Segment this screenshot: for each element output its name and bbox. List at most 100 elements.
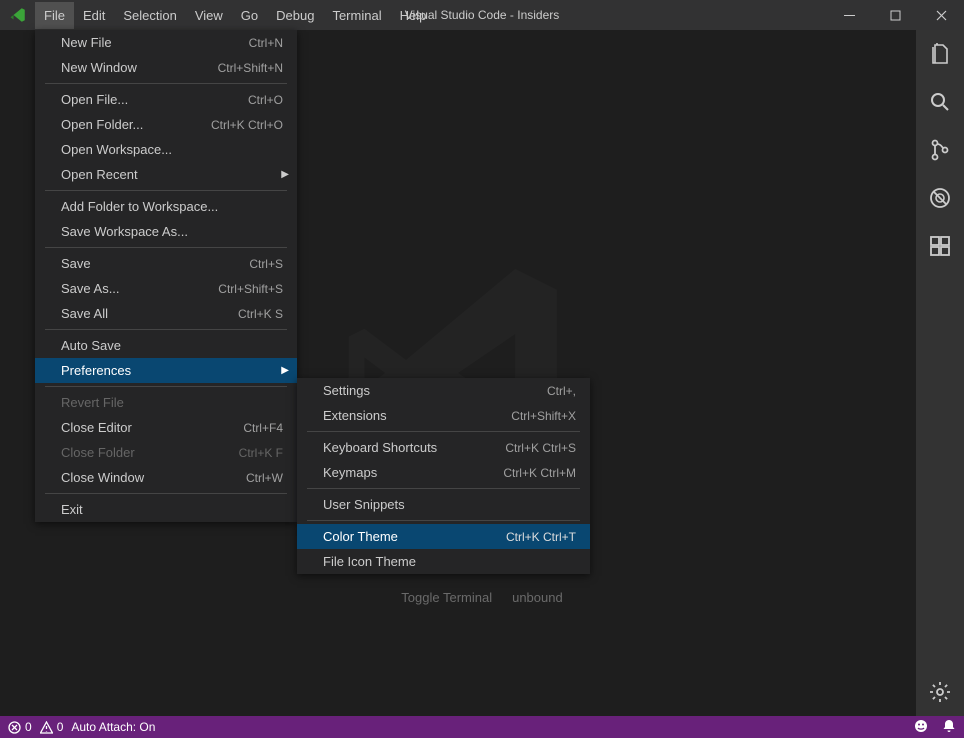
status-warnings[interactable]: 0 [40, 720, 64, 734]
menu-item-open-recent[interactable]: Open Recent▶ [35, 162, 297, 187]
menu-separator [307, 431, 580, 432]
activity-bar [916, 30, 964, 716]
menu-item-label: Close Window [61, 470, 246, 485]
menu-separator [45, 493, 287, 494]
menu-item-shortcut: Ctrl+K S [238, 307, 283, 321]
titlebar: FileEditSelectionViewGoDebugTerminalHelp… [0, 0, 964, 30]
menu-separator [307, 488, 580, 489]
menu-item-shortcut: Ctrl+K Ctrl+M [503, 466, 576, 480]
chevron-right-icon: ▶ [281, 365, 289, 376]
menu-item-close-folder: Close FolderCtrl+K F [35, 440, 297, 465]
menu-view[interactable]: View [186, 2, 232, 29]
menu-item-label: User Snippets [323, 497, 576, 512]
menu-item-auto-save[interactable]: Auto Save [35, 333, 297, 358]
menu-item-save-all[interactable]: Save AllCtrl+K S [35, 301, 297, 326]
maximize-button[interactable] [872, 0, 918, 30]
menu-separator [307, 520, 580, 521]
menu-item-label: Keymaps [323, 465, 503, 480]
menu-item-shortcut: Ctrl+N [249, 36, 283, 50]
menu-item-close-window[interactable]: Close WindowCtrl+W [35, 465, 297, 490]
source-control-icon[interactable] [928, 138, 952, 162]
menu-separator [45, 247, 287, 248]
menu-item-keyboard-shortcuts[interactable]: Keyboard ShortcutsCtrl+K Ctrl+S [297, 435, 590, 460]
menu-item-add-folder-to-workspace[interactable]: Add Folder to Workspace... [35, 194, 297, 219]
menu-item-open-file[interactable]: Open File...Ctrl+O [35, 87, 297, 112]
menu-item-label: Auto Save [61, 338, 283, 353]
minimize-button[interactable] [826, 0, 872, 30]
menu-separator [45, 329, 287, 330]
preferences-submenu: SettingsCtrl+,ExtensionsCtrl+Shift+XKeyb… [297, 378, 590, 574]
menu-item-save-as[interactable]: Save As...Ctrl+Shift+S [35, 276, 297, 301]
menu-item-label: New Window [61, 60, 218, 75]
status-errors[interactable]: 0 [8, 720, 32, 734]
menu-item-label: Save As... [61, 281, 218, 296]
debug-icon[interactable] [928, 186, 952, 210]
menu-item-new-window[interactable]: New WindowCtrl+Shift+N [35, 55, 297, 80]
menu-item-revert-file: Revert File [35, 390, 297, 415]
window-title: Visual Studio Code - Insiders [405, 8, 560, 22]
window-controls [826, 0, 964, 30]
bell-icon[interactable] [942, 719, 956, 736]
menu-edit[interactable]: Edit [74, 2, 114, 29]
menu-item-close-editor[interactable]: Close EditorCtrl+F4 [35, 415, 297, 440]
menu-item-extensions[interactable]: ExtensionsCtrl+Shift+X [297, 403, 590, 428]
menu-item-shortcut: Ctrl+K Ctrl+S [505, 441, 576, 455]
menu-item-label: Open Recent [61, 167, 283, 182]
gear-icon[interactable] [928, 680, 952, 704]
menu-item-shortcut: Ctrl+Shift+S [218, 282, 283, 296]
menu-item-label: Save [61, 256, 249, 271]
menu-item-open-folder[interactable]: Open Folder...Ctrl+K Ctrl+O [35, 112, 297, 137]
menu-file[interactable]: File [35, 2, 74, 29]
keyboard-hint: Toggle Terminal unbound [401, 590, 562, 605]
menu-separator [45, 83, 287, 84]
menu-debug[interactable]: Debug [267, 2, 323, 29]
menu-item-shortcut: Ctrl+O [248, 93, 283, 107]
menu-item-color-theme[interactable]: Color ThemeCtrl+K Ctrl+T [297, 524, 590, 549]
menu-item-label: Save Workspace As... [61, 224, 283, 239]
menu-item-user-snippets[interactable]: User Snippets [297, 492, 590, 517]
menu-item-exit[interactable]: Exit [35, 497, 297, 522]
menu-item-label: Open Folder... [61, 117, 211, 132]
close-button[interactable] [918, 0, 964, 30]
menu-item-label: Settings [323, 383, 547, 398]
app-logo-icon [0, 6, 35, 24]
status-bar: 0 0 Auto Attach: On [0, 716, 964, 738]
menu-item-preferences[interactable]: Preferences▶ [35, 358, 297, 383]
menu-item-label: Extensions [323, 408, 511, 423]
menu-item-file-icon-theme[interactable]: File Icon Theme [297, 549, 590, 574]
hint-value: unbound [512, 590, 563, 605]
menu-item-shortcut: Ctrl+K Ctrl+O [211, 118, 283, 132]
menu-item-open-workspace[interactable]: Open Workspace... [35, 137, 297, 162]
menu-item-label: Preferences [61, 363, 283, 378]
feedback-icon[interactable] [914, 719, 928, 736]
menu-terminal[interactable]: Terminal [323, 2, 390, 29]
file-menu-dropdown: New FileCtrl+NNew WindowCtrl+Shift+N Open… [35, 30, 297, 522]
menu-separator [45, 386, 287, 387]
menu-item-label: Open Workspace... [61, 142, 283, 157]
menu-go[interactable]: Go [232, 2, 267, 29]
menu-separator [45, 190, 287, 191]
menu-item-keymaps[interactable]: KeymapsCtrl+K Ctrl+M [297, 460, 590, 485]
hint-label: Toggle Terminal [401, 590, 492, 605]
warnings-count: 0 [57, 720, 64, 734]
menu-item-shortcut: Ctrl+Shift+X [511, 409, 576, 423]
search-icon[interactable] [928, 90, 952, 114]
menu-selection[interactable]: Selection [114, 2, 185, 29]
files-icon[interactable] [928, 42, 952, 66]
menu-item-label: Exit [61, 502, 283, 517]
status-auto-attach[interactable]: Auto Attach: On [71, 720, 155, 734]
menu-item-save-workspace-as[interactable]: Save Workspace As... [35, 219, 297, 244]
menu-item-label: Close Editor [61, 420, 243, 435]
menu-item-label: Color Theme [323, 529, 506, 544]
errors-count: 0 [25, 720, 32, 734]
menu-item-settings[interactable]: SettingsCtrl+, [297, 378, 590, 403]
menu-item-shortcut: Ctrl+, [547, 384, 576, 398]
menu-item-label: Open File... [61, 92, 248, 107]
menu-item-shortcut: Ctrl+K Ctrl+T [506, 530, 576, 544]
extensions-icon[interactable] [928, 234, 952, 258]
menu-item-label: Save All [61, 306, 238, 321]
menu-item-new-file[interactable]: New FileCtrl+N [35, 30, 297, 55]
chevron-right-icon: ▶ [281, 169, 289, 180]
menu-item-save[interactable]: SaveCtrl+S [35, 251, 297, 276]
menu-item-label: Revert File [61, 395, 283, 410]
